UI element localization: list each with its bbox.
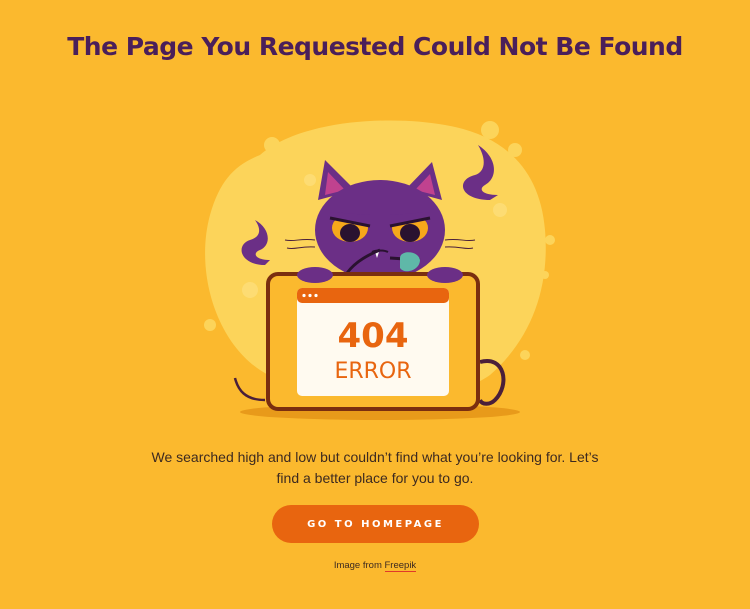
not-found-page: The Page You Requested Could Not Be Foun… <box>0 0 750 609</box>
cat-with-laptop-illustration: 404 ERROR <box>204 120 555 420</box>
freepik-link[interactable]: Freepik <box>384 560 417 572</box>
page-title: The Page You Requested Could Not Be Foun… <box>67 32 683 61</box>
error-label: ERROR <box>334 359 411 384</box>
error-code: 404 <box>338 316 409 356</box>
go-to-homepage-button[interactable]: GO TO HOMEPAGE <box>272 505 479 543</box>
image-credit: Image from Freepik <box>0 560 750 572</box>
not-found-message: We searched high and low but couldn’t fi… <box>151 449 599 486</box>
credit-prefix: Image from <box>333 560 382 571</box>
